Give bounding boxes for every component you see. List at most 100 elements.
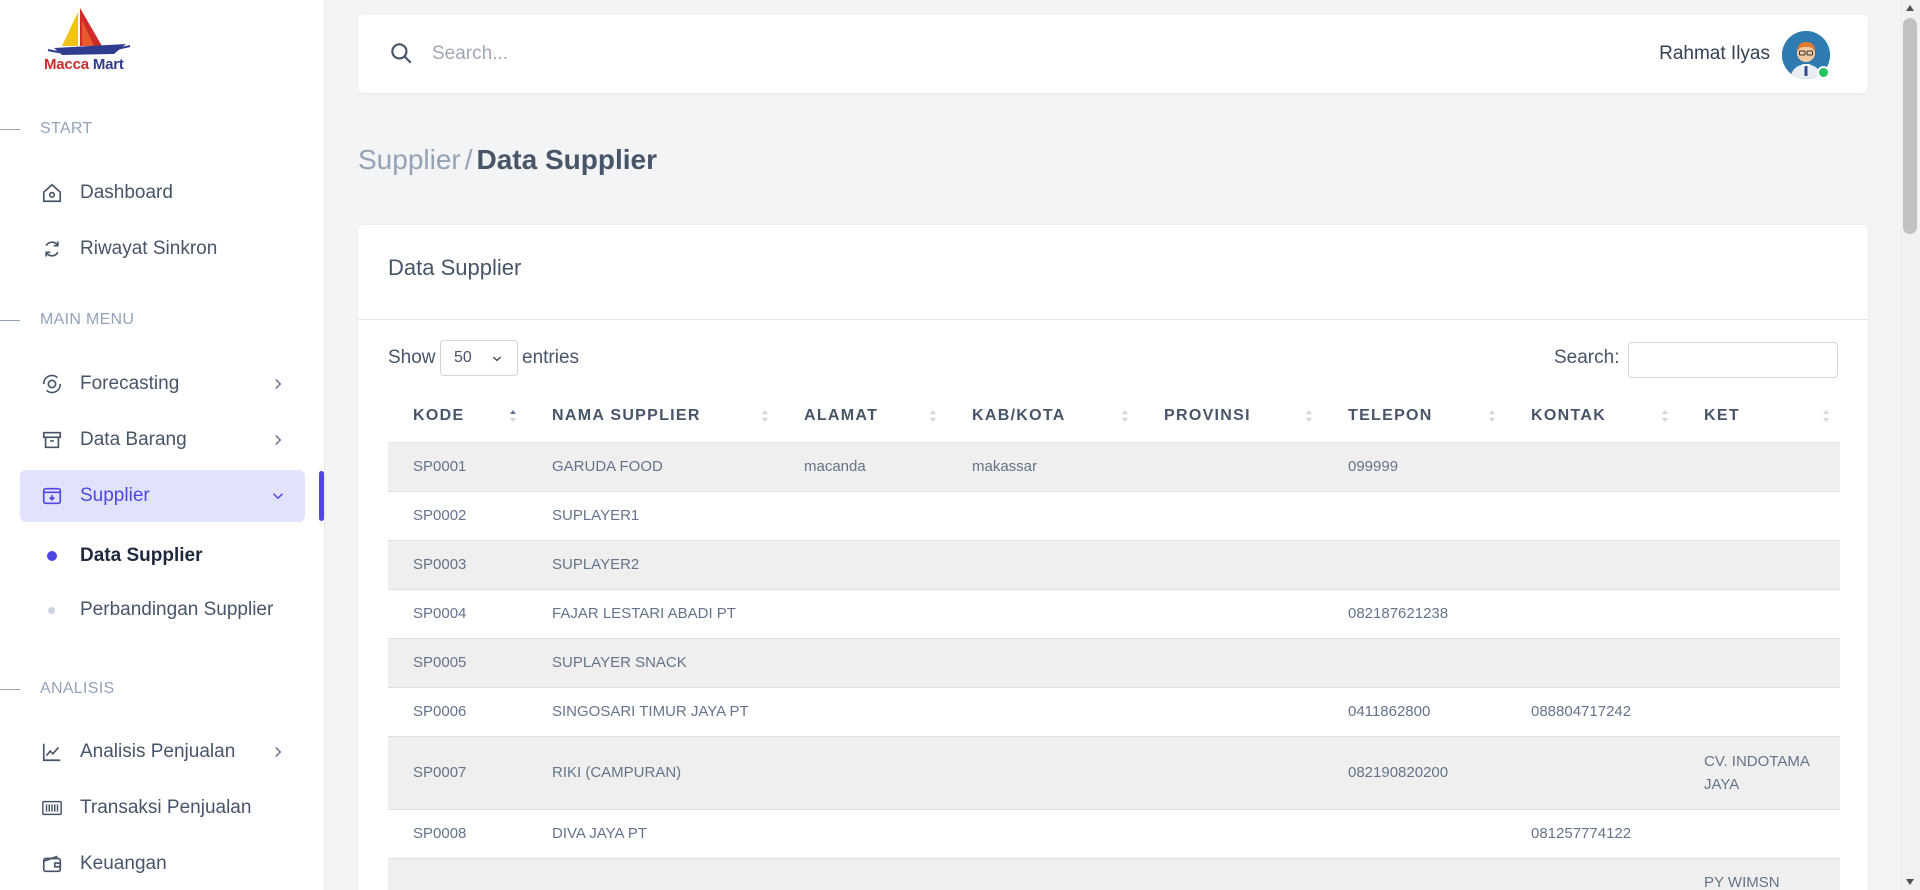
table-cell: FAJAR LESTARI ABADI PT <box>527 589 779 639</box>
sidebar-item-label: Keuangan <box>80 853 167 874</box>
table-cell <box>947 809 1139 859</box>
table-row[interactable]: SP0006 SINGOSARI TIMUR JAYA PT 0411862800 0… <box>388 687 1840 737</box>
forecast-icon <box>40 372 64 396</box>
column-header[interactable]: NAMA SUPPLIER <box>527 390 779 443</box>
table-cell <box>1323 809 1506 859</box>
sidebar-item-transaksi-penjualan[interactable]: Transaksi Penjualan <box>20 782 305 834</box>
user-name[interactable]: Rahmat Ilyas <box>1659 43 1770 65</box>
table-row[interactable]: SP0002 SUPLAYER1 <box>388 491 1840 541</box>
column-header-label: NAMA SUPPLIER <box>552 406 701 424</box>
table-row[interactable]: SP0001 GARUDA FOOD macanda makassar 099999 <box>388 442 1840 492</box>
sync-icon <box>40 237 64 261</box>
table-cell <box>779 540 947 590</box>
column-header-label: KAB/KOTA <box>972 406 1066 424</box>
sort-arrows-icon <box>510 410 516 422</box>
table-row[interactable]: SP0008 DIVA JAYA PT 081257774122 <box>388 809 1840 859</box>
column-header[interactable]: KODE <box>388 390 527 443</box>
sidebar-item-riwayat-sinkron[interactable]: Riwayat Sinkron <box>20 223 305 275</box>
entries-label: entries <box>522 347 580 368</box>
sidebar-item-data-barang[interactable]: Data Barang <box>20 414 305 466</box>
table-cell: 082190820200 <box>1323 736 1506 810</box>
sidebar-item-supplier[interactable]: Supplier <box>20 470 305 522</box>
global-search-input[interactable] <box>432 35 1132 73</box>
barcode-icon <box>40 796 64 820</box>
table-cell <box>1679 589 1840 639</box>
table-cell <box>1506 736 1679 810</box>
table-cell <box>1139 809 1323 859</box>
sidebar-item-label: Data Barang <box>80 429 187 450</box>
sort-arrows-icon <box>930 410 936 422</box>
table-cell <box>1323 491 1506 541</box>
scroll-up-arrow-icon[interactable] <box>1905 4 1915 12</box>
brand-logo[interactable]: Macca Mart <box>40 6 140 76</box>
card-title: Data Supplier <box>388 255 522 280</box>
table-cell <box>1506 638 1679 688</box>
sidebar-item-keuangan[interactable]: Keuangan <box>20 838 305 890</box>
column-header-label: TELEPON <box>1348 406 1433 424</box>
table-cell <box>947 638 1139 688</box>
table-cell: SP0001 <box>388 442 527 492</box>
column-header[interactable]: KAB/KOTA <box>947 390 1139 443</box>
column-header[interactable]: KONTAK <box>1506 390 1679 443</box>
table-cell <box>1139 589 1323 639</box>
column-header-label: KONTAK <box>1531 406 1607 424</box>
sidebar-subitem-perbandingan-supplier[interactable]: Perbandingan Supplier <box>80 599 273 621</box>
breadcrumb-separator: / <box>464 144 473 175</box>
sort-arrows-icon <box>1489 410 1495 422</box>
table-row[interactable]: SP0005 SUPLAYER SNACK <box>388 638 1840 688</box>
table-cell: 0411862800 <box>1323 687 1506 737</box>
table-cell <box>1139 858 1323 890</box>
table-cell: 081257774122 <box>1506 809 1679 859</box>
scrollbar-thumb[interactable] <box>1903 18 1917 234</box>
table-body: SP0001 GARUDA FOOD macanda makassar 099999 SP… <box>388 442 1840 890</box>
table-search-input[interactable] <box>1628 342 1838 378</box>
breadcrumb-parent[interactable]: Supplier <box>358 144 461 175</box>
bullet-icon <box>48 607 55 614</box>
brand-name-part2: Mart <box>92 56 124 73</box>
table-cell: CV. INDOTAMA JAYA <box>1679 736 1840 810</box>
table-row[interactable]: SP0003 SUPLAYER2 <box>388 540 1840 590</box>
wallet-icon <box>40 852 64 876</box>
section-label-start: START <box>40 120 93 137</box>
table-row[interactable]: PY WIMSN <box>388 858 1840 890</box>
column-header[interactable]: KET <box>1679 390 1840 443</box>
column-header[interactable]: ALAMAT <box>779 390 947 443</box>
sidebar-item-dashboard[interactable]: Dashboard <box>20 167 305 219</box>
table-cell <box>779 589 947 639</box>
sidebar-subitem-data-supplier[interactable]: Data Supplier <box>80 545 202 567</box>
sidebar-item-label: Supplier <box>80 485 150 506</box>
table-cell: 099999 <box>1323 442 1506 492</box>
table-cell <box>1323 638 1506 688</box>
sidebar-item-analisis-penjualan[interactable]: Analisis Penjualan <box>20 726 305 778</box>
table-cell <box>947 687 1139 737</box>
scroll-down-arrow-icon[interactable] <box>1905 878 1915 886</box>
table-cell <box>947 858 1139 890</box>
column-header-label: KET <box>1704 406 1740 424</box>
chevron-right-icon <box>275 434 282 446</box>
entries-per-page-select[interactable]: 50 <box>440 340 518 376</box>
table-cell <box>779 491 947 541</box>
entries-select-value: 50 <box>454 349 472 366</box>
sidebar-item-label: Analisis Penjualan <box>80 741 236 762</box>
data-supplier-card: Data Supplier Show 50 entries Search: KO… <box>358 225 1868 890</box>
page-scrollbar[interactable] <box>1900 0 1920 890</box>
table-cell <box>1323 540 1506 590</box>
table-cell: 088804717242 <box>1506 687 1679 737</box>
column-header-label: KODE <box>413 406 465 424</box>
table-cell: SP0006 <box>388 687 527 737</box>
sidebar-item-forecasting[interactable]: Forecasting <box>20 358 305 410</box>
column-header-label: ALAMAT <box>804 406 879 424</box>
table-cell: SUPLAYER2 <box>527 540 779 590</box>
table-cell <box>1679 442 1840 492</box>
table-cell: macanda <box>779 442 947 492</box>
sidebar-item-label: Dashboard <box>80 182 173 203</box>
chevron-down-icon <box>272 493 284 500</box>
column-header[interactable]: TELEPON <box>1323 390 1506 443</box>
table-row[interactable]: SP0007 RIKI (CAMPURAN) 082190820200 CV. IND… <box>388 736 1840 810</box>
sort-arrows-icon <box>762 410 768 422</box>
table-row[interactable]: SP0004 FAJAR LESTARI ABADI PT 082187621238 <box>388 589 1840 639</box>
table-cell: GARUDA FOOD <box>527 442 779 492</box>
table-cell: SP0002 <box>388 491 527 541</box>
show-label: Show <box>388 347 436 368</box>
column-header[interactable]: PROVINSI <box>1139 390 1323 443</box>
